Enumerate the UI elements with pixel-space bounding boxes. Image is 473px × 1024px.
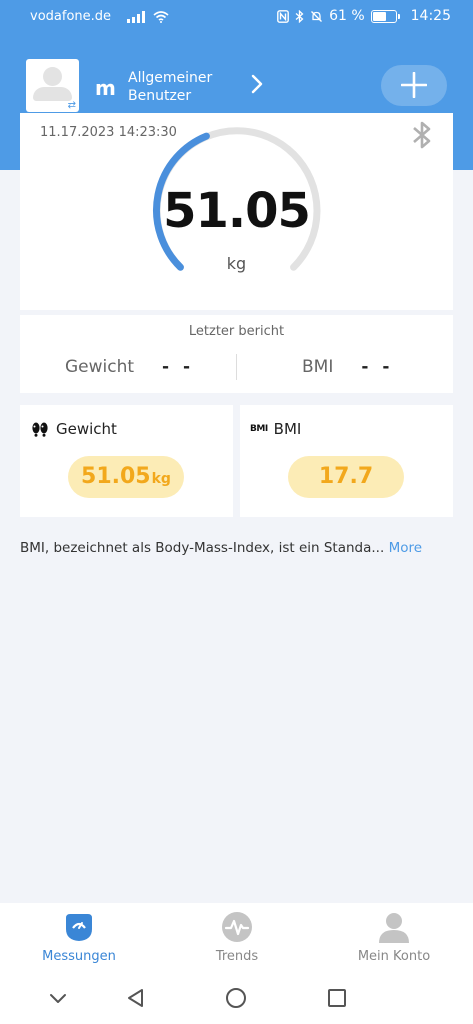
wifi-icon: [153, 10, 169, 23]
bmi-info-text: BMI, bezeichnet als Body-Mass-Index, ist…: [20, 540, 460, 556]
bmi-metric-pill: 17.7: [288, 456, 404, 498]
report-bmi-value: - -: [361, 357, 394, 377]
signal-icon: [127, 10, 146, 23]
tab-mein-konto-label: Mein Konto: [357, 949, 431, 964]
last-report-card: Letzter bericht Gewicht - - BMI - -: [20, 315, 453, 393]
battery-level: [372, 11, 386, 21]
weight-metric-label: Gewicht: [56, 420, 117, 438]
report-weight-value: - -: [162, 357, 195, 377]
bluetooth-status-icon: [295, 9, 304, 23]
nfc-icon: [277, 9, 289, 23]
add-user-button[interactable]: [381, 65, 447, 106]
bmi-metric-label: BMI: [273, 420, 302, 438]
weight-metric-unit: kg: [151, 471, 171, 487]
weight-unit: kg: [226, 254, 247, 273]
bmi-metric-value: 17.7: [318, 464, 374, 489]
last-report-title: Letzter bericht: [188, 324, 285, 339]
more-link[interactable]: More: [389, 540, 422, 556]
bluetooth-icon[interactable]: [409, 119, 435, 151]
avatar[interactable]: ⇄: [26, 59, 79, 112]
avatar-body: [33, 87, 72, 101]
report-bmi-label: BMI: [302, 357, 334, 377]
user-name[interactable]: Allgemeiner Benutzer: [128, 69, 238, 105]
nav-home-icon[interactable]: [225, 987, 247, 1009]
person-icon: [379, 913, 409, 943]
pulse-icon: [222, 912, 252, 942]
bmi-info-description: BMI, bezeichnet als Body-Mass-Index, ist…: [20, 540, 385, 556]
weight-metric-card[interactable]: Gewicht 51.05kg: [20, 405, 233, 517]
tab-trends-label: Trends: [215, 949, 259, 964]
weight-value: 51.05: [163, 183, 311, 239]
avatar-head: [43, 67, 62, 86]
measurement-card: 11.17.2023 14:23:30 51.05 kg: [20, 113, 453, 310]
tab-messungen-label: Messungen: [42, 949, 116, 964]
nav-back-icon[interactable]: [126, 988, 146, 1008]
weight-metric-pill: 51.05kg: [68, 456, 184, 498]
nav-down-icon[interactable]: [48, 988, 68, 1008]
nav-recents-icon[interactable]: [327, 988, 347, 1008]
switch-user-icon: ⇄: [67, 100, 76, 111]
mute-bell-icon: [311, 10, 323, 22]
battery-percent: 61 %: [329, 8, 365, 24]
weight-metric-value: 51.05: [81, 464, 151, 489]
status-bar: vodafone.de 61 % 14:25: [0, 0, 473, 34]
bmi-metric-card[interactable]: BMI BMI 17.7: [240, 405, 453, 517]
clock: 14:25: [410, 8, 451, 24]
tab-mein-konto[interactable]: Mein Konto: [315, 903, 473, 973]
carrier-name: vodafone.de: [30, 9, 112, 24]
tab-messungen[interactable]: Messungen: [0, 903, 158, 973]
chevron-right-icon[interactable]: [248, 73, 266, 95]
report-weight-label: Gewicht: [65, 357, 135, 377]
scale-icon: [66, 914, 92, 941]
footprints-icon: [32, 422, 48, 437]
system-nav-bar: [0, 973, 473, 1024]
tab-bar: Messungen Trends Mein Konto: [0, 903, 473, 973]
battery-icon: [370, 9, 400, 23]
tab-trends[interactable]: Trends: [158, 903, 316, 973]
plus-icon: [401, 72, 427, 98]
user-initial: m: [95, 76, 116, 100]
report-divider: [236, 354, 237, 380]
bmi-icon: BMI: [250, 424, 268, 434]
